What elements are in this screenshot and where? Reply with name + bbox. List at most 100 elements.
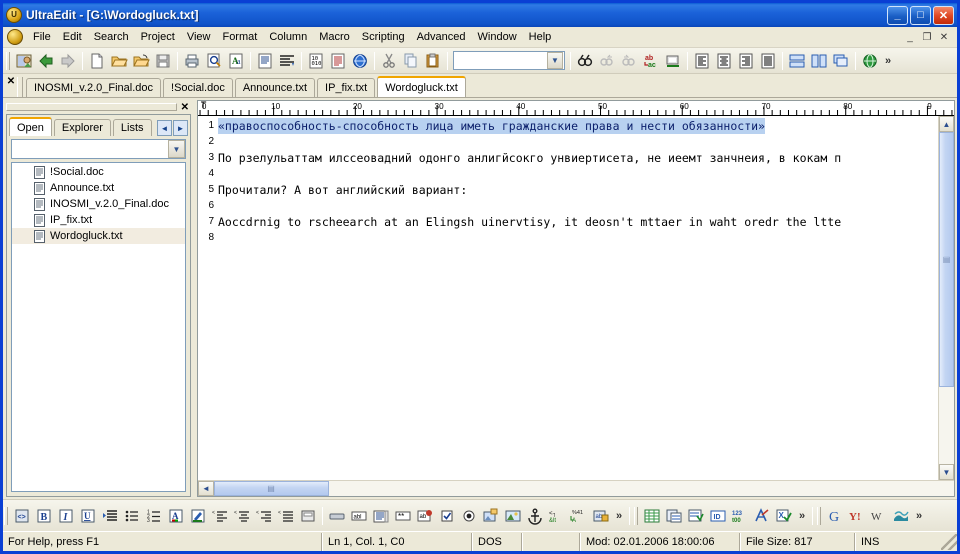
bullet-list-icon[interactable]: [121, 505, 143, 527]
highlight-icon[interactable]: [187, 505, 209, 527]
align-center-tag-icon[interactable]: <: [231, 505, 253, 527]
find-icon[interactable]: [574, 50, 596, 72]
word-wrap-icon[interactable]: [254, 50, 276, 72]
toolbar-grip[interactable]: [6, 51, 10, 70]
cut-icon[interactable]: [378, 50, 400, 72]
image-icon[interactable]: [502, 505, 524, 527]
mdi-close-button[interactable]: ✕: [936, 30, 952, 44]
dictionary-search-icon[interactable]: [890, 505, 912, 527]
anchor-icon[interactable]: [524, 505, 546, 527]
table-cell-icon[interactable]: [685, 505, 707, 527]
checkbox-icon[interactable]: [436, 505, 458, 527]
search-toolbar-overflow-button[interactable]: »: [912, 510, 926, 522]
scroll-down-icon[interactable]: ▼: [939, 464, 954, 480]
tab-ip-fix[interactable]: IP_fix.txt: [317, 78, 376, 97]
mdi-restore-button[interactable]: ❐: [919, 30, 935, 44]
menu-advanced[interactable]: Advanced: [411, 29, 472, 45]
file-panel-drag-handle[interactable]: [6, 103, 177, 111]
chevron-down-icon[interactable]: ▼: [547, 52, 563, 69]
hex-edit-icon[interactable]: 10 010: [305, 50, 327, 72]
scroll-left-icon[interactable]: ◄: [198, 481, 214, 496]
form-icon[interactable]: [297, 505, 319, 527]
text-area-icon[interactable]: [370, 505, 392, 527]
wikipedia-search-icon[interactable]: W: [868, 505, 890, 527]
table-toolbar-grip[interactable]: [634, 506, 638, 525]
align-right-tag-icon[interactable]: <: [253, 505, 275, 527]
vertical-scroll-thumb[interactable]: ▤: [939, 132, 954, 387]
tab-wordogluck[interactable]: Wordogluck.txt: [377, 76, 466, 97]
insert-image-icon[interactable]: [480, 505, 502, 527]
chevron-down-icon[interactable]: ▼: [168, 140, 185, 158]
replace-icon[interactable]: ab ac: [640, 50, 662, 72]
encrypt-icon[interactable]: ab: [590, 505, 612, 527]
spell-check-icon[interactable]: [751, 505, 773, 527]
tab-bar-grip[interactable]: [17, 77, 23, 97]
align-right-icon[interactable]: [735, 50, 757, 72]
align-left-icon[interactable]: [691, 50, 713, 72]
validate-icon[interactable]: X: [773, 505, 795, 527]
browser-view-icon[interactable]: [349, 50, 371, 72]
nav-next-icon[interactable]: ►: [173, 120, 188, 136]
html-toolbar-grip[interactable]: [4, 506, 8, 525]
file-panel-tab-explorer[interactable]: Explorer: [53, 119, 111, 136]
tab-social[interactable]: !Social.doc: [163, 78, 233, 97]
copy-icon[interactable]: [400, 50, 422, 72]
print-preview-icon[interactable]: [203, 50, 225, 72]
toolbar-overflow-button[interactable]: »: [881, 55, 895, 67]
menu-project[interactable]: Project: [135, 29, 181, 45]
menu-help[interactable]: Help: [523, 29, 558, 45]
tile-vertical-icon[interactable]: [808, 50, 830, 72]
html-toolbar-overflow-button[interactable]: »: [612, 510, 626, 522]
align-center-icon[interactable]: [713, 50, 735, 72]
bold-icon[interactable]: B: [33, 505, 55, 527]
menu-edit[interactable]: Edit: [57, 29, 88, 45]
file-panel-tab-open[interactable]: Open: [9, 117, 52, 136]
menu-format[interactable]: Format: [216, 29, 263, 45]
editor-vertical-scrollbar[interactable]: ▲ ▤ ▼: [938, 116, 954, 480]
back-arrow-icon[interactable]: [35, 50, 57, 72]
resize-grip-icon[interactable]: [941, 533, 957, 550]
underline-icon[interactable]: U: [77, 505, 99, 527]
tile-horizontal-icon[interactable]: [786, 50, 808, 72]
menu-column[interactable]: Column: [263, 29, 313, 45]
cascade-icon[interactable]: [830, 50, 852, 72]
numbered-list-icon[interactable]: 123: [143, 505, 165, 527]
globe-icon[interactable]: [859, 50, 881, 72]
italic-icon[interactable]: I: [55, 505, 77, 527]
align-left-tag-icon[interactable]: <: [209, 505, 231, 527]
text-field-icon[interactable]: abl: [348, 505, 370, 527]
menu-macro[interactable]: Macro: [313, 29, 356, 45]
list-item[interactable]: Wordogluck.txt: [12, 228, 185, 244]
file-panel-tab-lists[interactable]: Lists: [112, 119, 152, 136]
table-row-icon[interactable]: [663, 505, 685, 527]
save-file-icon[interactable]: [152, 50, 174, 72]
table-id-icon[interactable]: ID: [707, 505, 729, 527]
vertical-scroll-track[interactable]: ▤: [939, 132, 954, 464]
paragraph-format-icon[interactable]: [276, 50, 298, 72]
font-color-icon[interactable]: A: [165, 505, 187, 527]
new-file-icon[interactable]: [86, 50, 108, 72]
tab-bar-close-button[interactable]: ✕: [5, 75, 17, 97]
button-icon[interactable]: [326, 505, 348, 527]
list-item[interactable]: IP_fix.txt: [12, 212, 185, 228]
special-character-icon[interactable]: <┐ &lt: [546, 505, 568, 527]
indent-icon[interactable]: [99, 505, 121, 527]
file-panel-close-icon[interactable]: ✕: [179, 102, 191, 113]
list-item[interactable]: INOSMI_v.2.0_Final.doc: [12, 196, 185, 212]
scroll-up-icon[interactable]: ▲: [939, 116, 954, 132]
paste-icon[interactable]: [422, 50, 444, 72]
maximize-button[interactable]: □: [910, 5, 931, 25]
find-next-icon[interactable]: [618, 50, 640, 72]
table-toolbar-overflow-button[interactable]: »: [795, 510, 809, 522]
line-numbers-icon[interactable]: [327, 50, 349, 72]
menu-view[interactable]: View: [181, 29, 217, 45]
menu-search[interactable]: Search: [88, 29, 135, 45]
tab-announce[interactable]: Announce.txt: [234, 78, 316, 97]
document-control-icon[interactable]: [7, 29, 23, 45]
menu-file[interactable]: File: [27, 29, 57, 45]
align-justify-icon[interactable]: [757, 50, 779, 72]
file-panel-path-combo[interactable]: ▼: [11, 139, 186, 159]
open-files-list[interactable]: !Social.doc Announce.txt INOSMI_v.2.0_Fi…: [11, 162, 186, 492]
yahoo-search-icon[interactable]: Y!: [846, 505, 868, 527]
list-item[interactable]: Announce.txt: [12, 180, 185, 196]
